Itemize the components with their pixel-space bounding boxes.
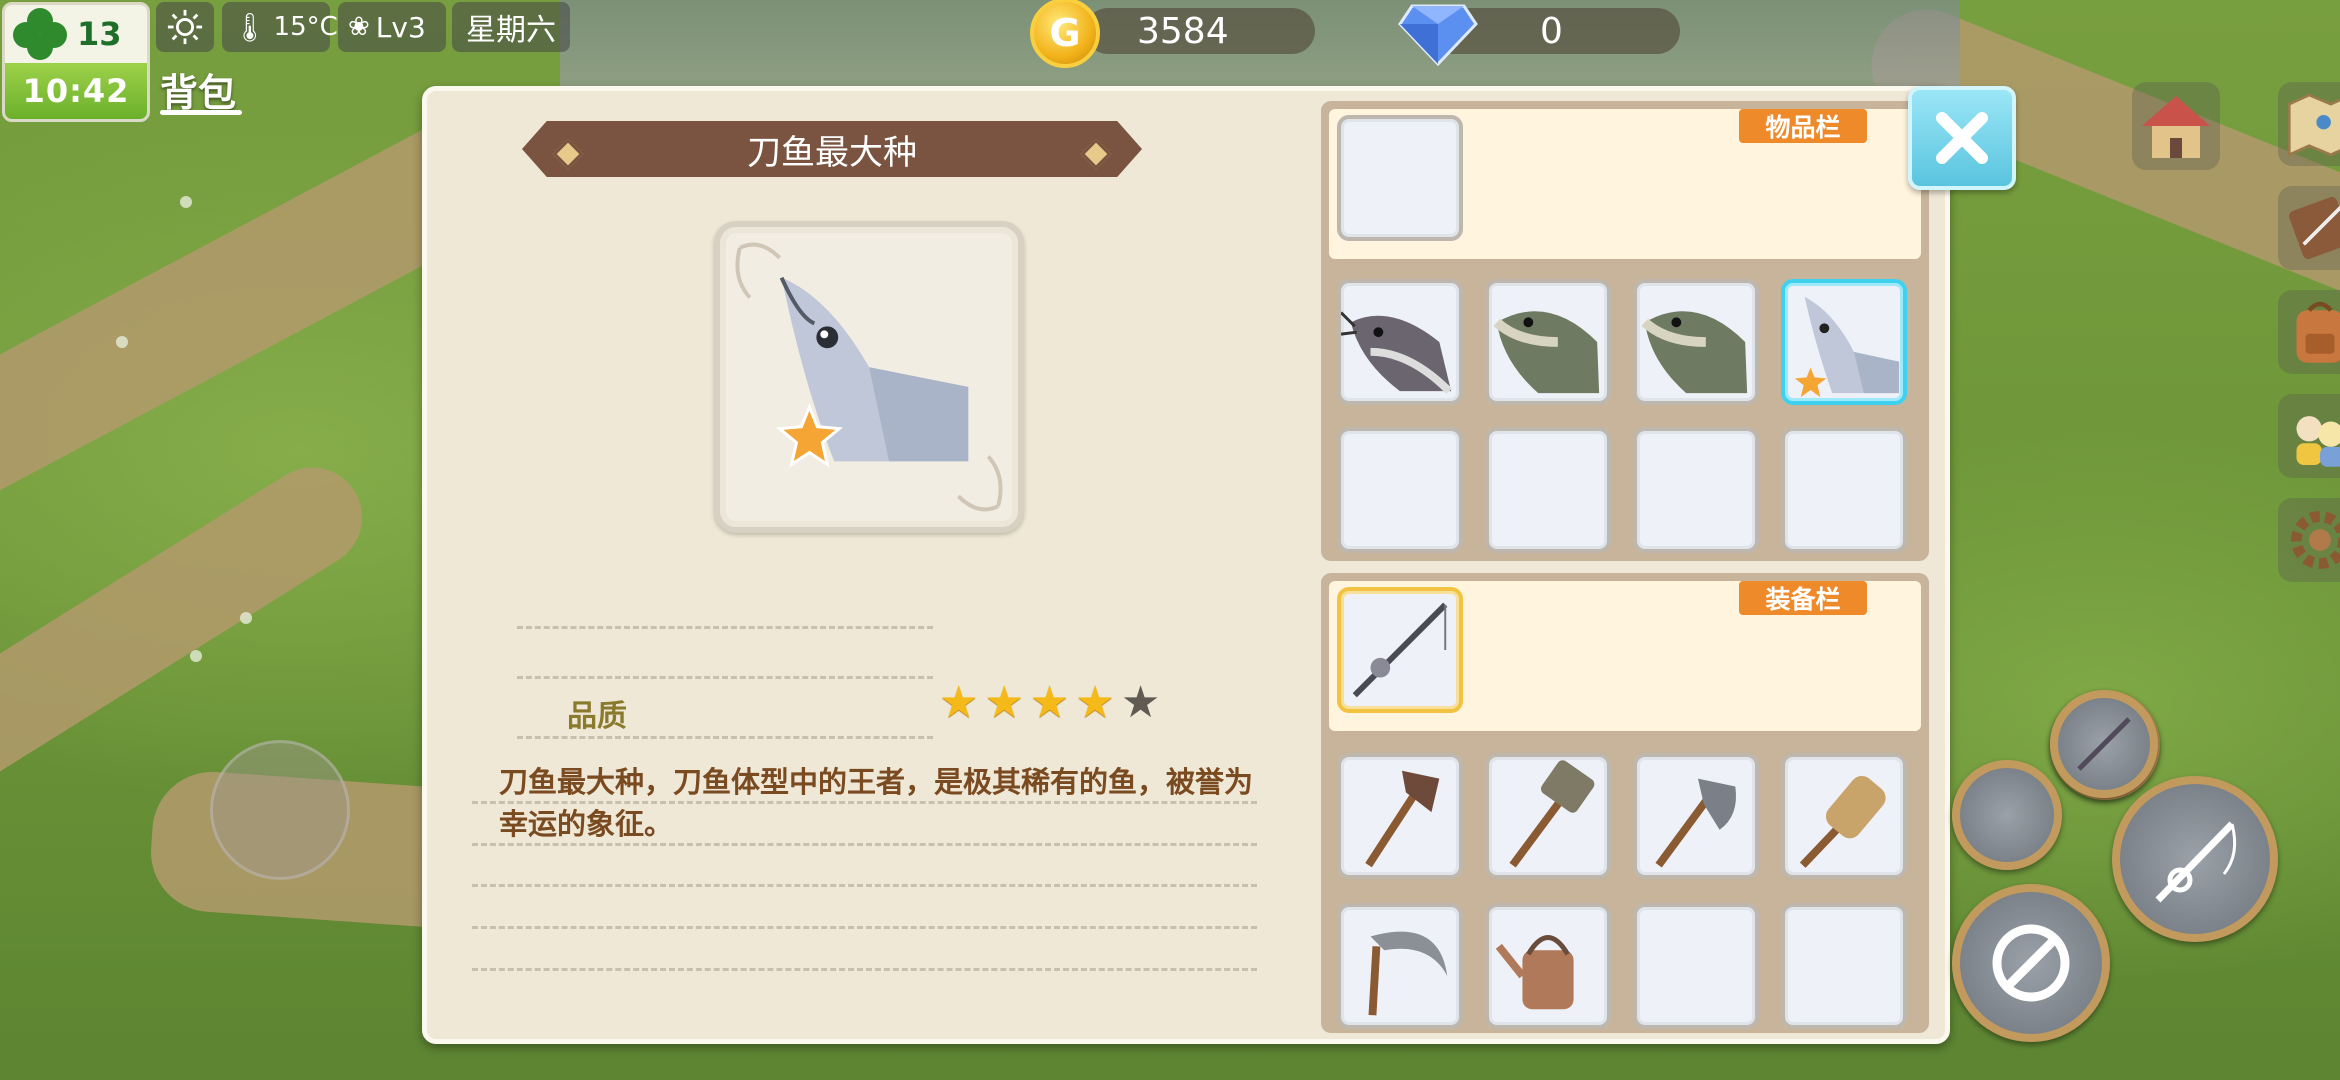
clover-counter-panel: 13 10:42 — [2, 2, 150, 122]
temperature-indicator: 🌡 15°C — [222, 2, 338, 52]
quality-stars: ★ ★ ★ ★ ★ — [939, 681, 1160, 725]
clover-count: 13 — [77, 15, 122, 53]
divider — [517, 676, 933, 679]
gold-value: 3584 — [1137, 10, 1229, 52]
divider — [517, 626, 933, 629]
divider — [472, 843, 1257, 846]
hoe-icon — [1365, 770, 1440, 868]
house-icon — [2142, 96, 2210, 158]
tool-slot-axe[interactable] — [1633, 753, 1759, 879]
movement-joystick[interactable] — [210, 740, 350, 880]
sprout-icon: ❀ — [348, 12, 370, 42]
tool-slot-watering-can[interactable] — [1485, 903, 1611, 1029]
watering-can-icon — [1495, 935, 1574, 1010]
settings-gear-icon — [2291, 511, 2340, 569]
cancel-action-button[interactable] — [1952, 884, 2110, 1042]
tool-slot-hammer[interactable] — [1485, 753, 1611, 879]
inventory-slot-empty[interactable] — [1485, 427, 1611, 553]
tool-slot-empty[interactable] — [1781, 903, 1907, 1029]
flower — [180, 196, 192, 208]
level-value: Lv3 — [375, 10, 426, 44]
inventory-slot-empty[interactable] — [1337, 115, 1463, 241]
quality-label: 品质 — [567, 699, 627, 734]
level-indicator: ❀ Lv3 — [338, 2, 446, 52]
tool-slot-empty[interactable] — [1633, 903, 1759, 1029]
star-empty-icon: ★ — [1120, 677, 1161, 728]
friends-icon — [2296, 416, 2340, 467]
secondary-action-button[interactable] — [1952, 760, 2062, 870]
sickle-icon — [1368, 931, 1448, 1016]
weather-indicator — [156, 2, 214, 52]
star-filled-icon: ★ — [984, 677, 1024, 728]
backpack-button[interactable] — [2278, 290, 2340, 374]
tool-slot-brush[interactable] — [1781, 753, 1907, 879]
tab-active-indicator — [160, 110, 242, 115]
axe-icon — [1655, 778, 1736, 868]
flower — [240, 612, 252, 624]
brush-icon — [1799, 775, 1886, 868]
divider — [472, 801, 1257, 804]
gold-coin-icon: G — [1030, 0, 1100, 68]
cast-rod-button[interactable] — [2112, 776, 2278, 942]
divider — [472, 926, 1257, 929]
divider — [472, 968, 1257, 971]
backpack-icon — [2296, 301, 2340, 363]
close-button[interactable] — [1908, 86, 2016, 190]
game-clock: 10:42 — [5, 63, 147, 119]
inventory-slot-empty[interactable] — [1337, 427, 1463, 553]
weekday-value: 星期六 — [466, 13, 556, 48]
thermometer-icon: 🌡 — [232, 10, 268, 44]
divider — [472, 884, 1257, 887]
settings-button[interactable] — [2278, 498, 2340, 582]
inventory-slot-carp[interactable] — [1633, 279, 1759, 405]
item-name: 刀鱼最大种 — [747, 132, 917, 173]
friends-button[interactable] — [2278, 394, 2340, 478]
gold-counter: 3584 — [1085, 8, 1315, 54]
inventory-slot-catfish[interactable] — [1337, 279, 1463, 405]
star-filled-icon: ★ — [1075, 677, 1115, 728]
cancel-icon — [1992, 924, 2070, 1002]
fishing-rod-icon — [1352, 602, 1448, 698]
diamond-icon — [1398, 4, 1478, 66]
inventory-slot-knifefish-selected[interactable] — [1781, 279, 1907, 405]
flower — [116, 336, 128, 348]
inventory-slot-carp[interactable] — [1485, 279, 1611, 405]
temperature-value: 15°C — [273, 12, 338, 42]
inventory-section: 物品栏 — [1321, 101, 1929, 561]
weekday-indicator: 星期六 — [452, 2, 570, 52]
gold-symbol: G — [1049, 11, 1081, 55]
journal-button[interactable] — [2278, 186, 2340, 270]
star-filled-icon: ★ — [1029, 677, 1070, 728]
inventory-tag: 物品栏 — [1739, 109, 1867, 143]
rod-equip-button[interactable] — [2050, 690, 2158, 798]
divider — [517, 736, 933, 739]
equipped-fishing-rod-slot[interactable] — [1337, 587, 1463, 713]
journal-icon — [2289, 197, 2340, 259]
star-filled-icon: ★ — [939, 677, 979, 728]
map-button[interactable] — [2278, 82, 2340, 166]
sun-icon — [167, 9, 203, 45]
knifefish-image — [735, 242, 1003, 512]
tool-slot-hoe[interactable] — [1337, 753, 1463, 879]
hammer-icon — [1509, 760, 1595, 868]
equipment-section: 装备栏 — [1321, 573, 1929, 1033]
house-button[interactable] — [2132, 82, 2220, 170]
item-preview-frame — [714, 221, 1024, 533]
inventory-slot-empty[interactable] — [1781, 427, 1907, 553]
gem-value: 0 — [1540, 10, 1563, 52]
fishing-rod-small-icon — [2077, 717, 2131, 771]
inventory-slot-empty[interactable] — [1633, 427, 1759, 553]
close-icon — [1936, 112, 1988, 164]
fishing-rod-icon — [2155, 821, 2237, 903]
clover-icon — [11, 6, 69, 62]
item-name-banner: 刀鱼最大种 — [522, 121, 1142, 177]
backpack-panel: 刀鱼最大种 品质 ★ ★ ★ ★ ★ 刀鱼最大种，刀鱼体型中的王者，是极其稀有的鱼，被誉… — [422, 86, 1950, 1044]
equipment-tag: 装备栏 — [1739, 581, 1867, 615]
flower — [190, 650, 202, 662]
map-icon — [2287, 93, 2340, 157]
tool-slot-sickle[interactable] — [1337, 903, 1463, 1029]
tab-backpack[interactable]: 背包 — [160, 62, 236, 117]
